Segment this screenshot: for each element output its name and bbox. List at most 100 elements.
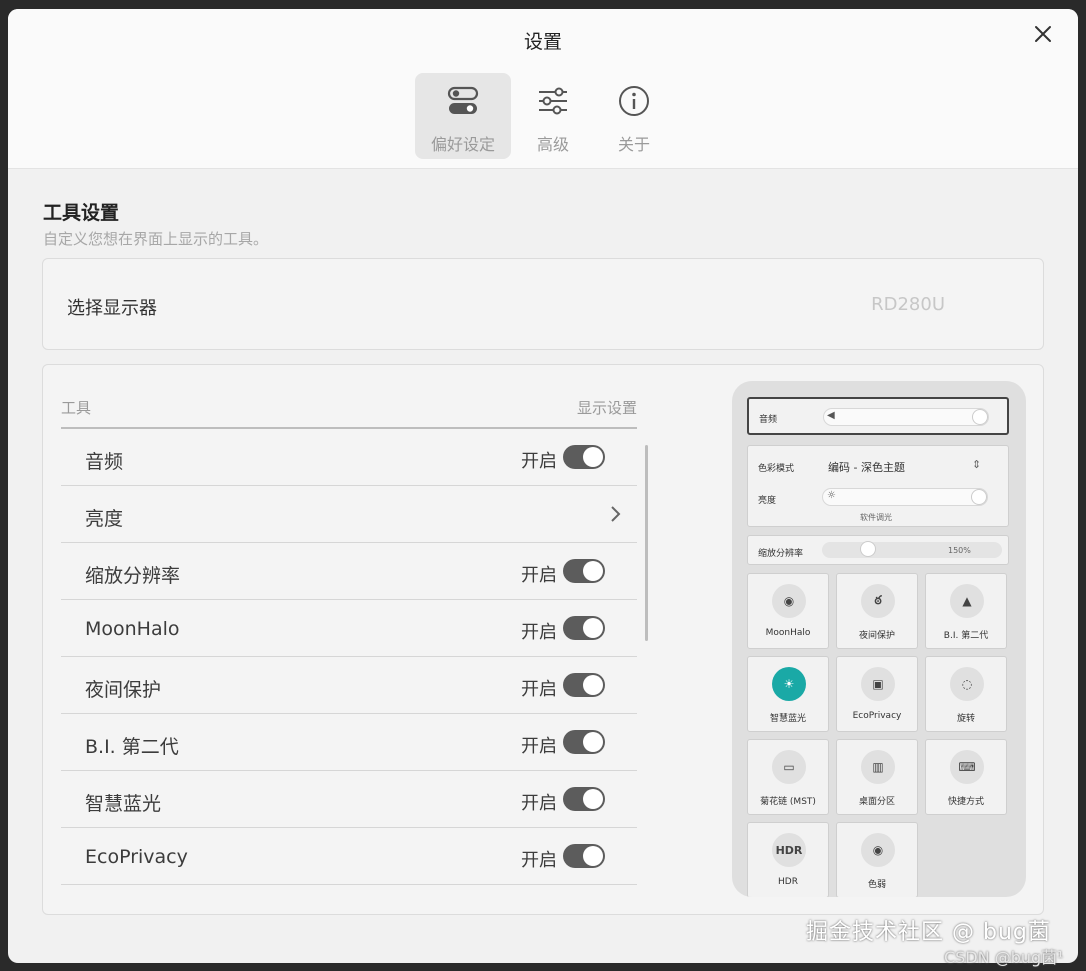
tile-label: 智慧蓝光: [769, 714, 806, 724]
toggle-state: 开启: [521, 622, 557, 643]
preview-audio: 音频 ◀: [747, 397, 1009, 435]
eco-privacy-icon: ▣: [861, 667, 895, 701]
section-subtitle: 自定义您想在界面上显示的工具。: [43, 230, 269, 248]
preview-scaling-slider: [822, 541, 1002, 558]
toggle-knob: [583, 618, 603, 638]
preview-color-mode-value: 编码 - 深色主题: [828, 461, 905, 474]
preview-brightness-slider: ☼: [822, 488, 988, 506]
toggle-knob: [583, 675, 603, 695]
preview-color-mode-label: 色彩模式: [758, 464, 795, 474]
ecoprivacy-toggle[interactable]: [563, 844, 605, 868]
column-header-tool: 工具: [61, 399, 92, 417]
smart-blue-light-toggle[interactable]: [563, 787, 605, 811]
tile-label: MoonHalo: [765, 628, 811, 638]
preview-scaling-label: 缩放分辨率: [758, 549, 804, 559]
speaker-icon: ◀: [827, 410, 835, 421]
shortcut-icon: ⌨: [950, 750, 984, 784]
toggle-state: 开启: [521, 565, 557, 586]
bulb-icon: ☀: [772, 667, 806, 701]
preview-tile-desktop-partition: ▥ 桌面分区: [836, 739, 918, 815]
preview-scaling: 缩放分辨率 150%: [747, 535, 1009, 565]
chevron-right-icon: [611, 506, 621, 522]
night-protection-toggle[interactable]: [563, 673, 605, 697]
preview-volume-slider: ◀: [823, 408, 989, 426]
toggle-knob: [583, 447, 603, 467]
list-scrollbar[interactable]: [645, 445, 648, 641]
preview-tile-bi-gen2: ▲ B.I. 第二代: [925, 573, 1007, 649]
tile-label: B.I. 第二代: [943, 631, 989, 641]
toggle-state: 开启: [521, 736, 557, 757]
tile-label: HDR: [778, 877, 798, 887]
toggle-state: 开启: [521, 679, 557, 700]
tile-label: 夜间保护: [858, 631, 895, 641]
tile-label: 色弱: [867, 880, 886, 890]
preview-color-brightness: 色彩模式 编码 - 深色主题 ⇕ 亮度 ☼ 软件调光: [747, 445, 1009, 527]
tab-about[interactable]: 关于: [586, 73, 682, 159]
tab-preferences[interactable]: 偏好设定: [415, 73, 511, 159]
preview-tile-moonhalo: ◉ MoonHalo: [747, 573, 829, 649]
slider-knob: [972, 409, 988, 425]
eye-icon: ◉: [861, 833, 895, 867]
tool-label: MoonHalo: [85, 618, 180, 640]
tile-label: EcoPrivacy: [852, 711, 902, 721]
desktop-partition-icon: ▥: [861, 750, 895, 784]
hdr-icon: HDR: [772, 833, 806, 867]
audio-toggle[interactable]: [563, 445, 605, 469]
close-button[interactable]: [1030, 21, 1056, 47]
toggle-state: 开启: [521, 451, 557, 472]
tool-row-scaling: 缩放分辨率 开启: [61, 543, 637, 600]
moonhalo-icon: ◉: [772, 584, 806, 618]
preview-tile-hdr: HDR HDR: [747, 822, 829, 897]
tool-label: B.I. 第二代: [85, 736, 179, 758]
tab-bar: 偏好设定 高级 关于: [8, 69, 1078, 169]
preview-brightness-label: 亮度: [758, 496, 777, 506]
monitor-selector[interactable]: 选择显示器 RD280U: [42, 258, 1044, 350]
moonhalo-toggle[interactable]: [563, 616, 605, 640]
scaling-toggle[interactable]: [563, 559, 605, 583]
preview-tile-rotate: ◌ 旋转: [925, 656, 1007, 732]
slider-knob: [971, 489, 987, 505]
sliders-icon: [539, 87, 567, 115]
toggle-state: 开启: [521, 850, 557, 871]
close-icon: [1035, 26, 1051, 42]
preview-brightness-sub: 软件调光: [860, 513, 892, 522]
monitor-label: 选择显示器: [67, 298, 157, 319]
preview-tile-ecoprivacy: ▣ EcoPrivacy: [836, 656, 918, 732]
tile-label: 桌面分区: [858, 797, 895, 807]
column-header-display: 显示设置: [577, 399, 638, 417]
tool-label: 亮度: [85, 508, 124, 530]
bi-gen2-toggle[interactable]: [563, 730, 605, 754]
tools-preview: 音频 ◀ 色彩模式 编码 - 深色主题 ⇕ 亮度 ☼ 软件调光 缩放分辨率 15…: [732, 381, 1026, 897]
preview-audio-label: 音频: [759, 415, 778, 425]
preview-tile-daisy-chain: ▭ 菊花链 (MST): [747, 739, 829, 815]
tool-row-audio: 音频 开启: [61, 429, 637, 486]
preview-tile-night-protection: ఠ 夜间保护: [836, 573, 918, 649]
updown-icon: ⇕: [972, 458, 982, 471]
window-title: 设置: [523, 31, 562, 53]
tool-row-moonhalo: MoonHalo 开启: [61, 600, 637, 657]
toggle-knob: [583, 846, 603, 866]
tool-label: 缩放分辨率: [85, 565, 181, 587]
owl-icon: ఠ: [861, 584, 895, 618]
tool-label: EcoPrivacy: [85, 846, 188, 868]
toggle-state: 开启: [521, 793, 557, 814]
tool-row-bi-gen2: B.I. 第二代 开启: [61, 714, 637, 771]
monitor-value: RD280U: [871, 294, 945, 315]
daisy-chain-icon: ▭: [772, 750, 806, 784]
tool-row-ecoprivacy: EcoPrivacy 开启: [61, 828, 637, 885]
rotate-icon: ◌: [950, 667, 984, 701]
sun-icon: ☼: [827, 490, 836, 501]
tab-label: 关于: [617, 135, 650, 154]
toggle-knob: [583, 732, 603, 752]
toggle-knob: [583, 789, 603, 809]
preview-tile-color-weak: ◉ 色弱: [836, 822, 918, 897]
section-title: 工具设置: [43, 202, 120, 224]
toggles-icon: [447, 86, 479, 114]
tool-label: 夜间保护: [85, 679, 162, 701]
tool-label: 智慧蓝光: [85, 793, 162, 815]
tool-row-brightness[interactable]: 亮度: [61, 486, 637, 543]
slider-knob: [860, 541, 876, 557]
tool-row-night-protection: 夜间保护 开启: [61, 657, 637, 714]
preview-tile-smart-blue-light: ☀ 智慧蓝光: [747, 656, 829, 732]
toggle-knob: [583, 561, 603, 581]
